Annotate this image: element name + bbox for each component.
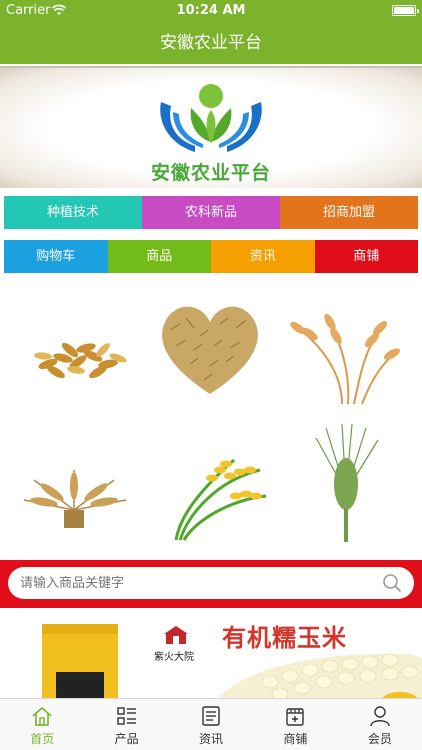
banner-brand-text: 安徽农业平台 <box>150 162 271 184</box>
category-row-1: 种植技术 农科新品 招商加盟 <box>4 196 418 229</box>
brand-logo-icon <box>164 626 188 644</box>
tab-home[interactable]: 首页 <box>0 699 84 750</box>
grain-pile-image[interactable] <box>18 294 138 414</box>
tab-label: 资讯 <box>199 732 224 746</box>
search-bar <box>0 560 422 608</box>
category-news[interactable]: 资讯 <box>211 240 315 273</box>
category-label: 资讯 <box>249 249 276 264</box>
nav-bar: 安徽农业平台 <box>0 22 422 64</box>
banner[interactable]: 安徽农业平台 <box>0 66 422 188</box>
status-bar: Carrier 10:24 AM <box>0 0 422 22</box>
category-label: 商品 <box>146 249 173 264</box>
category-row-2: 购物车 商品 资讯 商铺 <box>4 240 418 273</box>
green-wheat-image[interactable] <box>286 422 406 542</box>
platform-logo-icon <box>160 84 262 152</box>
tab-label: 会员 <box>367 732 392 746</box>
news-icon <box>202 706 220 726</box>
grain-heart-image[interactable] <box>150 290 270 410</box>
tab-label: 产品 <box>114 732 139 746</box>
page-title: 安徽农业平台 <box>160 33 262 53</box>
category-shops[interactable]: 商铺 <box>314 240 418 273</box>
battery-icon <box>392 5 419 16</box>
category-goods[interactable]: 商品 <box>107 240 211 273</box>
category-label: 种植技术 <box>46 205 99 220</box>
status-time: 10:24 AM <box>176 3 246 18</box>
category-cart[interactable]: 购物车 <box>4 240 108 273</box>
tab-bar: 首页 产品 资讯 商铺 会员 <box>0 698 422 750</box>
rice-ears-image[interactable] <box>150 430 270 550</box>
search-box[interactable] <box>8 567 414 599</box>
category-planting-tech[interactable]: 种植技术 <box>4 196 142 229</box>
category-label: 商铺 <box>353 249 380 264</box>
store-icon <box>286 708 305 726</box>
corn-package-image <box>42 624 118 698</box>
tab-news[interactable]: 资讯 <box>169 699 253 750</box>
tab-member[interactable]: 会员 <box>338 699 422 750</box>
wheat-ears-image[interactable] <box>14 430 134 550</box>
wheat-stalks-image[interactable] <box>282 294 402 414</box>
category-label: 购物车 <box>36 249 76 264</box>
list-icon <box>116 707 136 725</box>
corn-cob-image <box>217 653 422 698</box>
promo-brand-text: 紫火大院 <box>154 652 194 663</box>
product-image-grid <box>0 288 422 550</box>
category-label: 农科新品 <box>184 205 237 220</box>
category-franchise[interactable]: 招商加盟 <box>280 196 418 229</box>
promo-banner[interactable]: 紫火大院 有机糯玉米 <box>0 612 422 698</box>
home-icon <box>32 706 52 726</box>
search-icon[interactable] <box>382 573 402 593</box>
tab-label: 商铺 <box>283 732 308 746</box>
tab-label: 首页 <box>30 732 55 746</box>
category-new-products[interactable]: 农科新品 <box>142 196 280 229</box>
tab-stores[interactable]: 商铺 <box>253 699 337 750</box>
user-icon <box>370 706 390 727</box>
category-label: 招商加盟 <box>322 205 375 220</box>
search-input[interactable] <box>20 567 380 599</box>
tab-products[interactable]: 产品 <box>84 699 168 750</box>
